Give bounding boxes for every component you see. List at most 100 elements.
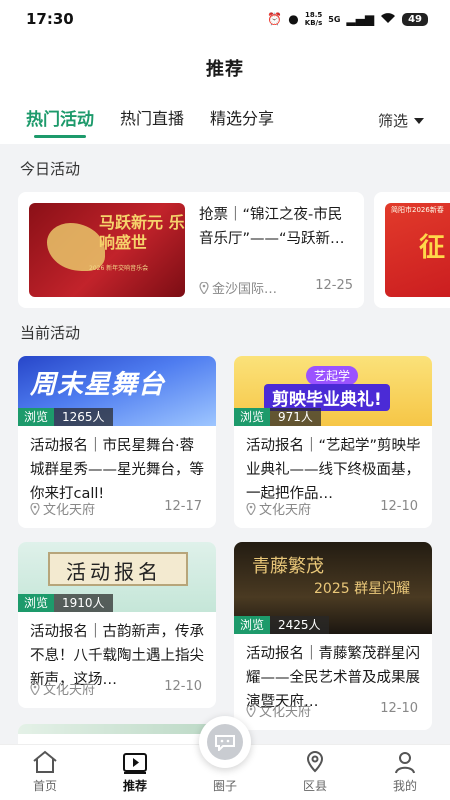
today-activity-title: 抢票｜“锦江之夜-市民音乐厅”——“马跃新… (199, 207, 345, 247)
views-count: 971人 (270, 408, 321, 426)
activity-meta: 文化天府 12-10 (18, 679, 216, 698)
activity-card[interactable]: 青藤繁茂 2025 群星闪耀 浏览 2425人 活动报名｜青藤繁茂群星闪耀——全… (234, 542, 432, 730)
nav-label: 推荐 (122, 779, 147, 793)
nav-label: 区县 (302, 779, 327, 793)
location-pin-icon: ● (288, 12, 299, 26)
nav-recommend[interactable]: 推荐 (90, 745, 180, 800)
activity-image: 周末星舞台 浏览 1265人 (18, 356, 216, 426)
tab-bar: 热门活动 热门直播 精选分享 筛选 (0, 98, 450, 144)
activity-date: 12-10 (380, 499, 418, 514)
today-carousel: 马跃新元 乐响盛世 2026 新年交响音乐会 抢票｜“锦江之夜-市民音乐厅”——… (18, 192, 450, 308)
today-activity-meta: 金沙国际… 12-25 (199, 278, 353, 297)
location: 文化天府 (246, 701, 311, 720)
net-speed-value: 18.5 (304, 11, 323, 19)
page-title: 推荐 (206, 59, 244, 80)
views-count: 1910人 (54, 594, 113, 612)
today-activity-card[interactable]: 马跃新元 乐响盛世 2026 新年交响音乐会 抢票｜“锦江之夜-市民音乐厅”——… (18, 192, 364, 308)
image-text-2: 2025 群星闪耀 (314, 581, 411, 597)
views-label: 浏览 (234, 408, 271, 426)
activity-date: 12-10 (164, 679, 202, 694)
image-text: 剪映毕业典礼! (264, 384, 390, 411)
image-text: 周末星舞台 (30, 370, 166, 400)
views-label: 浏览 (18, 594, 55, 612)
activity-card[interactable]: 活动报名 浏览 1910人 活动报名｜古韵新声，传承不息！八千载陶土遇上指尖新声… (18, 542, 216, 708)
activity-meta: 文化天府 12-10 (234, 499, 432, 518)
location-icon (246, 502, 256, 515)
views-badge: 浏览 971人 (234, 408, 321, 426)
activity-date: 12-17 (164, 499, 202, 514)
activity-card[interactable]: 艺起学 剪映毕业典礼! 浏览 971人 活动报名｜“艺起学”剪映毕业典礼——线下… (234, 356, 432, 528)
image-text-top: 简阳市2026新春 (391, 206, 444, 214)
location: 文化天府 (30, 679, 95, 698)
today-activity-card-2[interactable]: 简阳市2026新春 征 (374, 192, 450, 308)
filter-button[interactable]: 筛选 (378, 110, 424, 131)
today-activity-image-2: 简阳市2026新春 征 (385, 203, 450, 297)
status-icons: ⏰ ● 18.5 KB/s 5G ▂▄▆ 49 (267, 11, 428, 27)
activity-meta: 文化天府 12-17 (18, 499, 216, 518)
image-text: 青藤繁茂 (252, 556, 324, 577)
activity-date: 12-25 (315, 278, 353, 293)
location-icon (246, 704, 256, 717)
section-title-current: 当前活动 (20, 324, 81, 342)
location-text: 金沙国际… (212, 282, 278, 297)
views-badge: 浏览 2425人 (234, 616, 329, 634)
nav-profile[interactable]: 我的 (360, 745, 450, 800)
activity-card[interactable]: 周末星舞台 浏览 1265人 活动报名｜市民星舞台·蓉城群星秀——星光舞台，等你… (18, 356, 216, 528)
location: 金沙国际… (199, 278, 277, 297)
today-activity-image: 马跃新元 乐响盛世 2026 新年交响音乐会 (29, 203, 185, 297)
tab-hot-live[interactable]: 热门直播 (120, 105, 184, 137)
today-activity-info: 抢票｜“锦江之夜-市民音乐厅”——“马跃新… 金沙国际… 12-25 (199, 203, 353, 297)
signal-icon: ▂▄▆ (346, 12, 375, 26)
location-icon (306, 750, 324, 773)
location: 文化天府 (246, 499, 311, 518)
activity-date: 12-10 (380, 701, 418, 716)
views-badge: 浏览 1265人 (18, 408, 113, 426)
views-label: 浏览 (234, 616, 271, 634)
views-count: 2425人 (270, 616, 329, 634)
activity-title: 活动报名｜市民星舞台·蓉城群星秀——星光舞台，等你来打call! (30, 438, 204, 502)
location-icon (199, 281, 209, 294)
alarm-icon: ⏰ (267, 12, 283, 26)
battery-indicator: 49 (402, 12, 428, 26)
user-icon (395, 752, 415, 774)
image-text-sub: 2026 新年交响音乐会 (89, 265, 149, 272)
chat-bubble-icon (207, 724, 243, 760)
net-speed-unit: KB/s (304, 19, 323, 27)
page-header: 推荐 (0, 38, 450, 98)
filter-label: 筛选 (377, 112, 408, 130)
activity-image (18, 724, 216, 734)
views-badge: 浏览 1910人 (18, 594, 113, 612)
activity-image: 艺起学 剪映毕业典礼! 浏览 971人 (234, 356, 432, 426)
nav-label: 我的 (392, 779, 417, 793)
play-icon (123, 753, 147, 774)
status-time: 17:30 (26, 10, 74, 28)
net-speed: 18.5 KB/s (305, 11, 322, 27)
location-text: 文化天府 (259, 705, 312, 720)
tab-featured-share[interactable]: 精选分享 (210, 105, 274, 137)
location: 文化天府 (30, 499, 95, 518)
views-label: 浏览 (18, 408, 55, 426)
nav-home[interactable]: 首页 (0, 745, 90, 800)
wifi-icon (380, 12, 396, 27)
tab-hot-activities[interactable]: 热门活动 (26, 105, 94, 138)
views-count: 1265人 (54, 408, 113, 426)
location-text: 文化天府 (259, 503, 312, 518)
caret-down-icon (414, 117, 424, 124)
activity-meta: 文化天府 12-10 (234, 701, 432, 720)
status-bar: 17:30 ⏰ ● 18.5 KB/s 5G ▂▄▆ 49 (0, 0, 450, 38)
circle-floating-button[interactable] (199, 716, 251, 768)
image-text-main: 马跃新元 乐响盛世 (99, 213, 185, 252)
nav-district[interactable]: 区县 (270, 745, 360, 800)
location-icon (30, 502, 40, 515)
network-type: 5G (328, 14, 341, 24)
activity-image: 青藤繁茂 2025 群星闪耀 浏览 2425人 (234, 542, 432, 634)
image-text-main: 征 (419, 233, 446, 263)
nav-label: 圈子 (212, 779, 237, 793)
image-badge: 艺起学 (306, 366, 359, 385)
location-text: 文化天府 (43, 503, 96, 518)
activity-image: 活动报名 浏览 1910人 (18, 542, 216, 612)
location-icon (30, 682, 40, 695)
section-title-today: 今日活动 (20, 160, 81, 178)
image-text: 活动报名 (66, 560, 162, 584)
nav-label: 首页 (32, 779, 57, 793)
